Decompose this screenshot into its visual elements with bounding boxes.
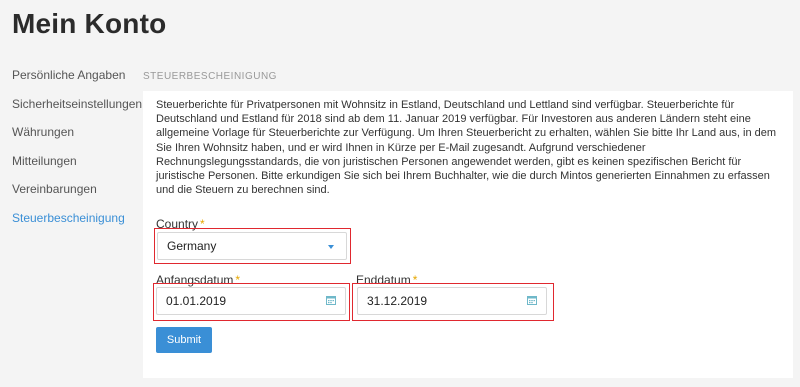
- calendar-icon[interactable]: [326, 295, 336, 305]
- start-date-input[interactable]: 01.01.2019: [156, 287, 346, 315]
- sidebar-item-vereinbarungen[interactable]: Vereinbarungen: [12, 178, 142, 207]
- country-select[interactable]: Germany: [157, 232, 347, 260]
- sidebar-item-persoenliche-angaben[interactable]: Persönliche Angaben: [12, 64, 142, 93]
- section-title: STEUERBESCHEINIGUNG: [143, 71, 277, 82]
- info-text: Steuerberichte für Privatpersonen mit Wo…: [156, 99, 777, 197]
- sidebar-item-steuerbescheinigung[interactable]: Steuerbescheinigung: [12, 207, 142, 236]
- end-date-value: 31.12.2019: [367, 294, 428, 308]
- country-select-value: Germany: [167, 239, 217, 253]
- sidebar-item-waehrungen[interactable]: Währungen: [12, 121, 142, 150]
- tax-report-panel: Steuerberichte für Privatpersonen mit Wo…: [143, 91, 793, 378]
- chevron-down-icon: [328, 245, 334, 249]
- end-date-input[interactable]: 31.12.2019: [357, 287, 547, 315]
- start-date-value: 01.01.2019: [166, 294, 227, 308]
- submit-button[interactable]: Submit: [156, 327, 212, 353]
- sidebar-item-sicherheitseinstellungen[interactable]: Sicherheitseinstellungen: [12, 93, 142, 122]
- calendar-icon[interactable]: [527, 295, 537, 305]
- sidebar-item-mitteilungen[interactable]: Mitteilungen: [12, 150, 142, 179]
- sidebar: Persönliche Angaben Sicherheitseinstellu…: [12, 64, 142, 236]
- page-title: Mein Konto: [12, 8, 167, 39]
